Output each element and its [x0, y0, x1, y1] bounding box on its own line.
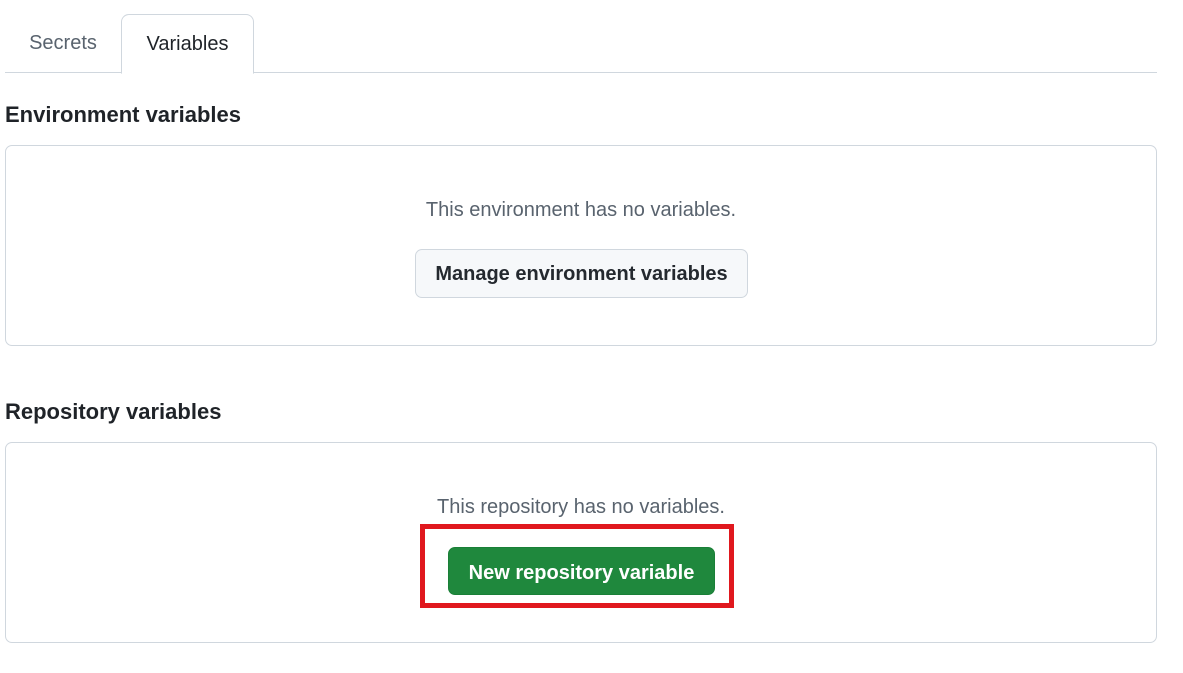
repository-empty-text: This repository has no variables.	[437, 496, 725, 518]
environment-variables-box: This environment has no variables. Manag…	[5, 145, 1157, 346]
environment-variables-title: Environment variables	[5, 102, 241, 127]
tab-secrets[interactable]: Secrets	[5, 14, 121, 73]
repository-variables-title: Repository variables	[5, 399, 222, 424]
tab-variables[interactable]: Variables	[121, 14, 254, 74]
variables-page: Secrets Variables Environment variables …	[5, 0, 1157, 643]
environment-empty-text: This environment has no variables.	[425, 199, 737, 221]
new-repository-variable-button[interactable]: New repository variable	[448, 547, 715, 595]
tab-nav: Secrets Variables	[5, 0, 1157, 74]
repository-variables-box: This repository has no variables. New re…	[5, 442, 1157, 643]
manage-environment-variables-button[interactable]: Manage environment variables	[415, 249, 748, 298]
